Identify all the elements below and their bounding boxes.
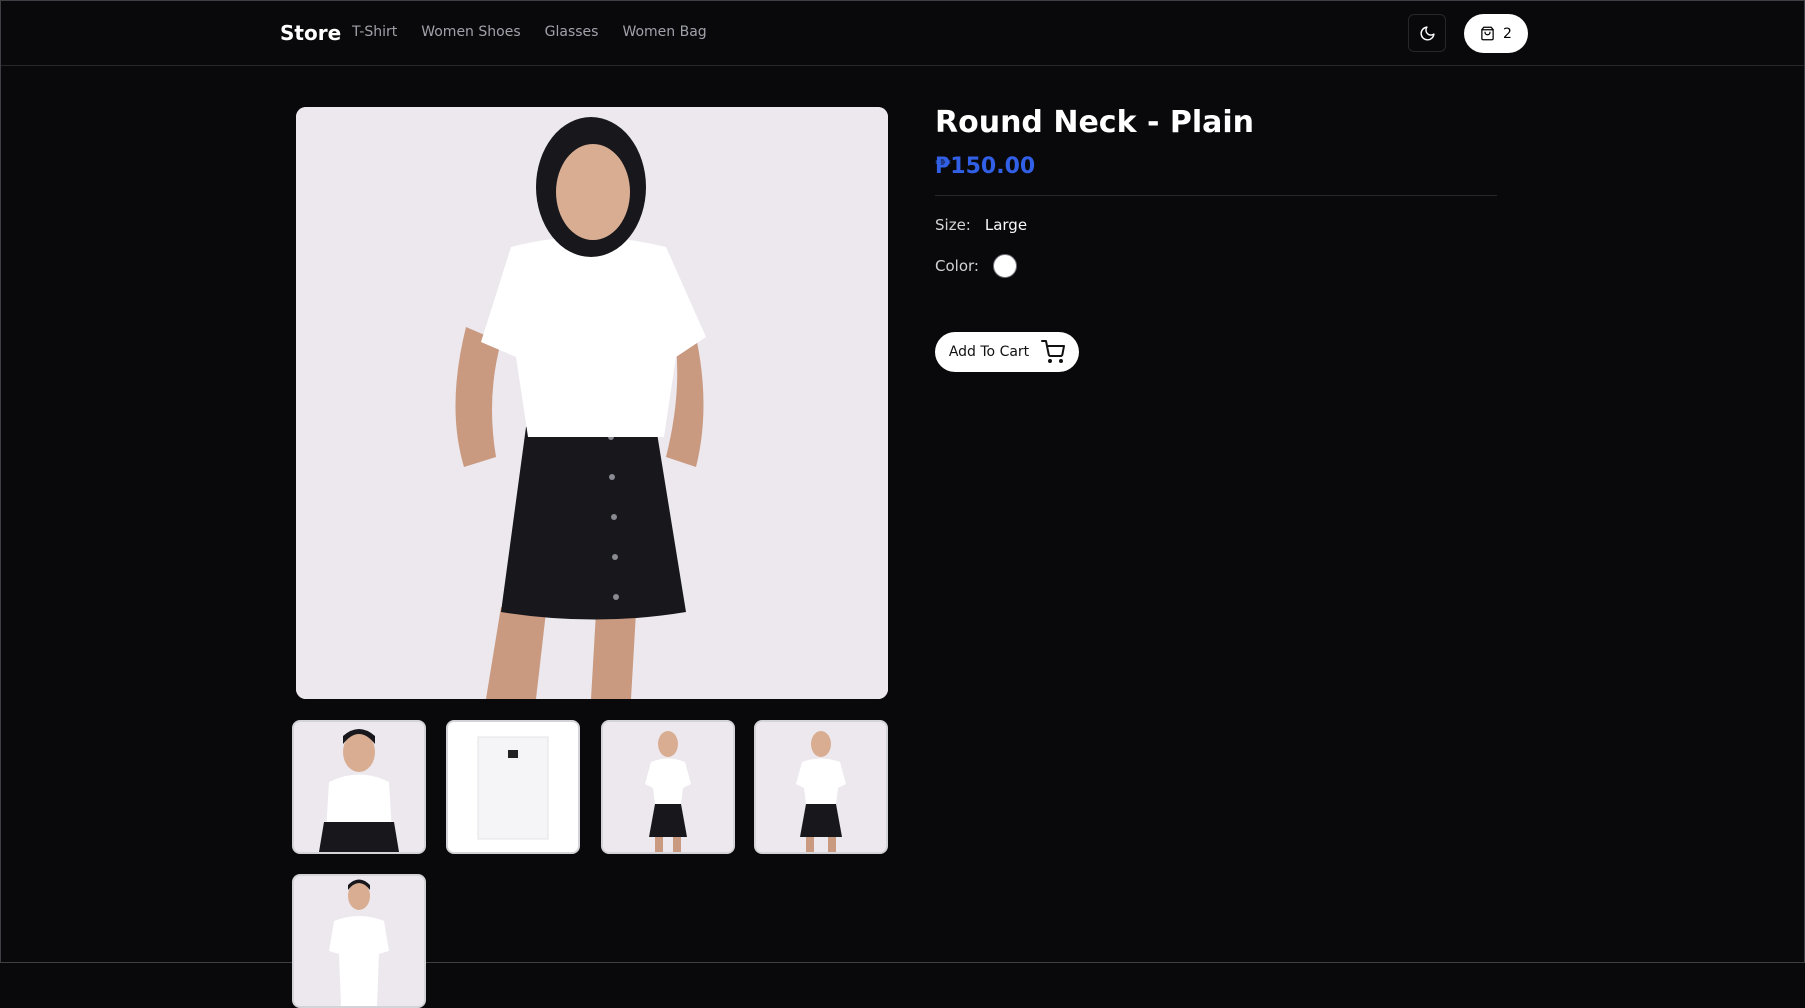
nav-link-glasses[interactable]: Glasses	[545, 24, 599, 40]
size-value: Large	[984, 216, 1028, 234]
color-row: Color:	[935, 254, 1497, 278]
size-label: Size:	[935, 216, 971, 234]
cart-button[interactable]: 2	[1464, 14, 1528, 53]
product-thumbnail[interactable]	[292, 720, 426, 854]
add-to-cart-label: Add To Cart	[948, 344, 1030, 360]
product-thumbnail[interactable]	[292, 874, 426, 1008]
product-price: ₱150.00	[935, 154, 1036, 179]
add-to-cart-button[interactable]: Add To Cart	[935, 332, 1079, 372]
divider	[935, 195, 1497, 196]
product-thumbnail[interactable]	[601, 720, 735, 854]
theme-toggle-button[interactable]	[1408, 14, 1446, 52]
category-nav: T-Shirt Women Shoes Glasses Women Bag	[352, 24, 707, 40]
shopping-cart-icon	[1041, 340, 1066, 364]
moon-icon	[1419, 25, 1436, 42]
product-info: Round Neck - Plain ₱150.00 Size: Large C…	[935, 105, 1497, 278]
product-thumbnail[interactable]	[754, 720, 888, 854]
top-navbar: Store T-Shirt Women Shoes Glasses Women …	[1, 1, 1804, 66]
color-swatch	[992, 254, 1017, 278]
shopping-bag-icon	[1480, 26, 1495, 41]
product-thumbnail[interactable]	[446, 720, 580, 854]
color-label: Color:	[935, 257, 979, 275]
main-product-image	[296, 107, 888, 699]
nav-link-women-shoes[interactable]: Women Shoes	[421, 24, 520, 40]
cart-count: 2	[1503, 25, 1512, 42]
store-logo[interactable]: Store	[280, 21, 341, 45]
size-row: Size: Large	[935, 216, 1497, 234]
nav-link-t-shirt[interactable]: T-Shirt	[352, 24, 397, 40]
nav-link-women-bag[interactable]: Women Bag	[622, 24, 706, 40]
product-title: Round Neck - Plain	[935, 105, 1255, 140]
